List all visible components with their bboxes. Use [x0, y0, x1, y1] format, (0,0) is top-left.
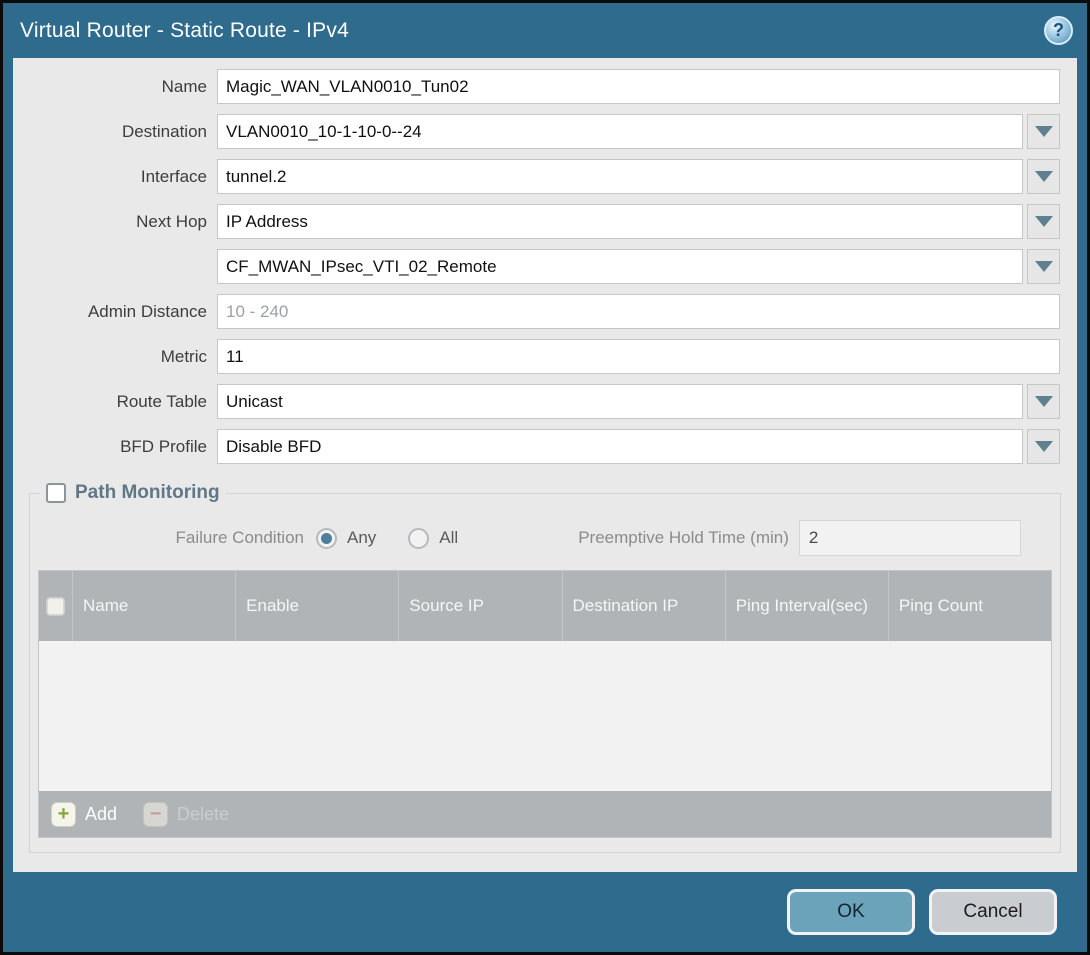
chevron-down-icon: [1035, 216, 1053, 227]
column-header-enable[interactable]: Enable: [236, 571, 399, 641]
radio-all-label: All: [439, 528, 458, 548]
dialog-body: Name Destination Interface: [13, 58, 1077, 872]
path-monitoring-section: Path Monitoring Failure Condition Any Al…: [29, 482, 1061, 853]
dialog-title: Virtual Router - Static Route - IPv4: [20, 19, 349, 43]
name-label: Name: [13, 77, 217, 97]
interface-label: Interface: [13, 167, 217, 187]
minus-icon: −: [143, 802, 168, 827]
add-button-label: Add: [85, 804, 117, 825]
radio-any-circle[interactable]: [316, 528, 337, 549]
form-row-interface: Interface: [13, 159, 1060, 194]
form-row-metric: Metric: [13, 339, 1060, 374]
bfd-profile-label: BFD Profile: [13, 437, 217, 457]
form-row-admin-distance: Admin Distance: [13, 294, 1060, 329]
form-row-next-hop: Next Hop: [13, 204, 1060, 239]
preemptive-hold-time-label: Preemptive Hold Time (min): [578, 528, 789, 548]
column-header-name[interactable]: Name: [73, 571, 236, 641]
failure-condition-row: Failure Condition Any All Preemptive Hol…: [38, 520, 1048, 556]
table-toolbar: + Add − Delete: [39, 791, 1051, 837]
interface-dropdown-button[interactable]: [1027, 159, 1060, 194]
bfd-profile-dropdown-button[interactable]: [1027, 429, 1060, 464]
plus-icon: +: [51, 802, 76, 827]
next-hop-address-dropdown-button[interactable]: [1027, 249, 1060, 284]
select-all-checkbox[interactable]: [47, 598, 64, 615]
delete-button-label: Delete: [177, 804, 229, 825]
name-input[interactable]: [217, 69, 1060, 104]
failure-condition-label: Failure Condition: [38, 528, 316, 548]
admin-distance-input[interactable]: [217, 294, 1060, 329]
radio-any-label: Any: [347, 528, 376, 548]
destination-input[interactable]: [217, 114, 1023, 149]
chevron-down-icon: [1035, 441, 1053, 452]
path-monitoring-title: Path Monitoring: [75, 482, 220, 504]
metric-label: Metric: [13, 347, 217, 367]
admin-distance-label: Admin Distance: [13, 302, 217, 322]
help-icon[interactable]: ?: [1044, 16, 1073, 45]
table-header-checkbox-cell: [39, 571, 73, 641]
dialog-footer: OK Cancel: [3, 872, 1087, 952]
chevron-down-icon: [1035, 171, 1053, 182]
route-table-label: Route Table: [13, 392, 217, 412]
path-monitoring-checkbox[interactable]: [46, 483, 66, 503]
bfd-profile-input[interactable]: [217, 429, 1023, 464]
path-monitoring-legend: Path Monitoring: [40, 482, 226, 504]
destination-label: Destination: [13, 122, 217, 142]
radio-all[interactable]: All: [408, 528, 458, 549]
path-monitoring-table: Name Enable Source IP Destination IP Pin…: [38, 570, 1052, 838]
column-header-destination-ip[interactable]: Destination IP: [563, 571, 726, 641]
column-header-ping-count[interactable]: Ping Count: [889, 571, 1051, 641]
route-table-input[interactable]: [217, 384, 1023, 419]
radio-all-circle[interactable]: [408, 528, 429, 549]
route-table-dropdown-button[interactable]: [1027, 384, 1060, 419]
form-row-route-table: Route Table: [13, 384, 1060, 419]
interface-input[interactable]: [217, 159, 1023, 194]
failure-condition-radio-group: Any All: [316, 528, 458, 549]
form-row-bfd-profile: BFD Profile: [13, 429, 1060, 464]
dialog-window: Virtual Router - Static Route - IPv4 ? N…: [0, 0, 1090, 955]
table-header-row: Name Enable Source IP Destination IP Pin…: [39, 571, 1051, 641]
form-row-destination: Destination: [13, 114, 1060, 149]
metric-input[interactable]: [217, 339, 1060, 374]
form-row-next-hop-address: [13, 249, 1060, 284]
chevron-down-icon: [1035, 126, 1053, 137]
titlebar: Virtual Router - Static Route - IPv4 ?: [3, 3, 1087, 58]
column-header-source-ip[interactable]: Source IP: [399, 571, 562, 641]
column-header-ping-interval[interactable]: Ping Interval(sec): [726, 571, 889, 641]
chevron-down-icon: [1035, 261, 1053, 272]
next-hop-type-dropdown-button[interactable]: [1027, 204, 1060, 239]
next-hop-type-input[interactable]: [217, 204, 1023, 239]
add-button[interactable]: + Add: [51, 802, 117, 827]
ok-button[interactable]: OK: [787, 889, 915, 935]
destination-dropdown-button[interactable]: [1027, 114, 1060, 149]
preemptive-hold-time-input[interactable]: [799, 520, 1021, 556]
chevron-down-icon: [1035, 396, 1053, 407]
cancel-button[interactable]: Cancel: [929, 889, 1057, 935]
next-hop-label: Next Hop: [13, 212, 217, 232]
form-row-name: Name: [13, 69, 1060, 104]
table-body-empty: [39, 641, 1051, 791]
delete-button[interactable]: − Delete: [143, 802, 229, 827]
radio-any[interactable]: Any: [316, 528, 376, 549]
next-hop-address-input[interactable]: [217, 249, 1023, 284]
